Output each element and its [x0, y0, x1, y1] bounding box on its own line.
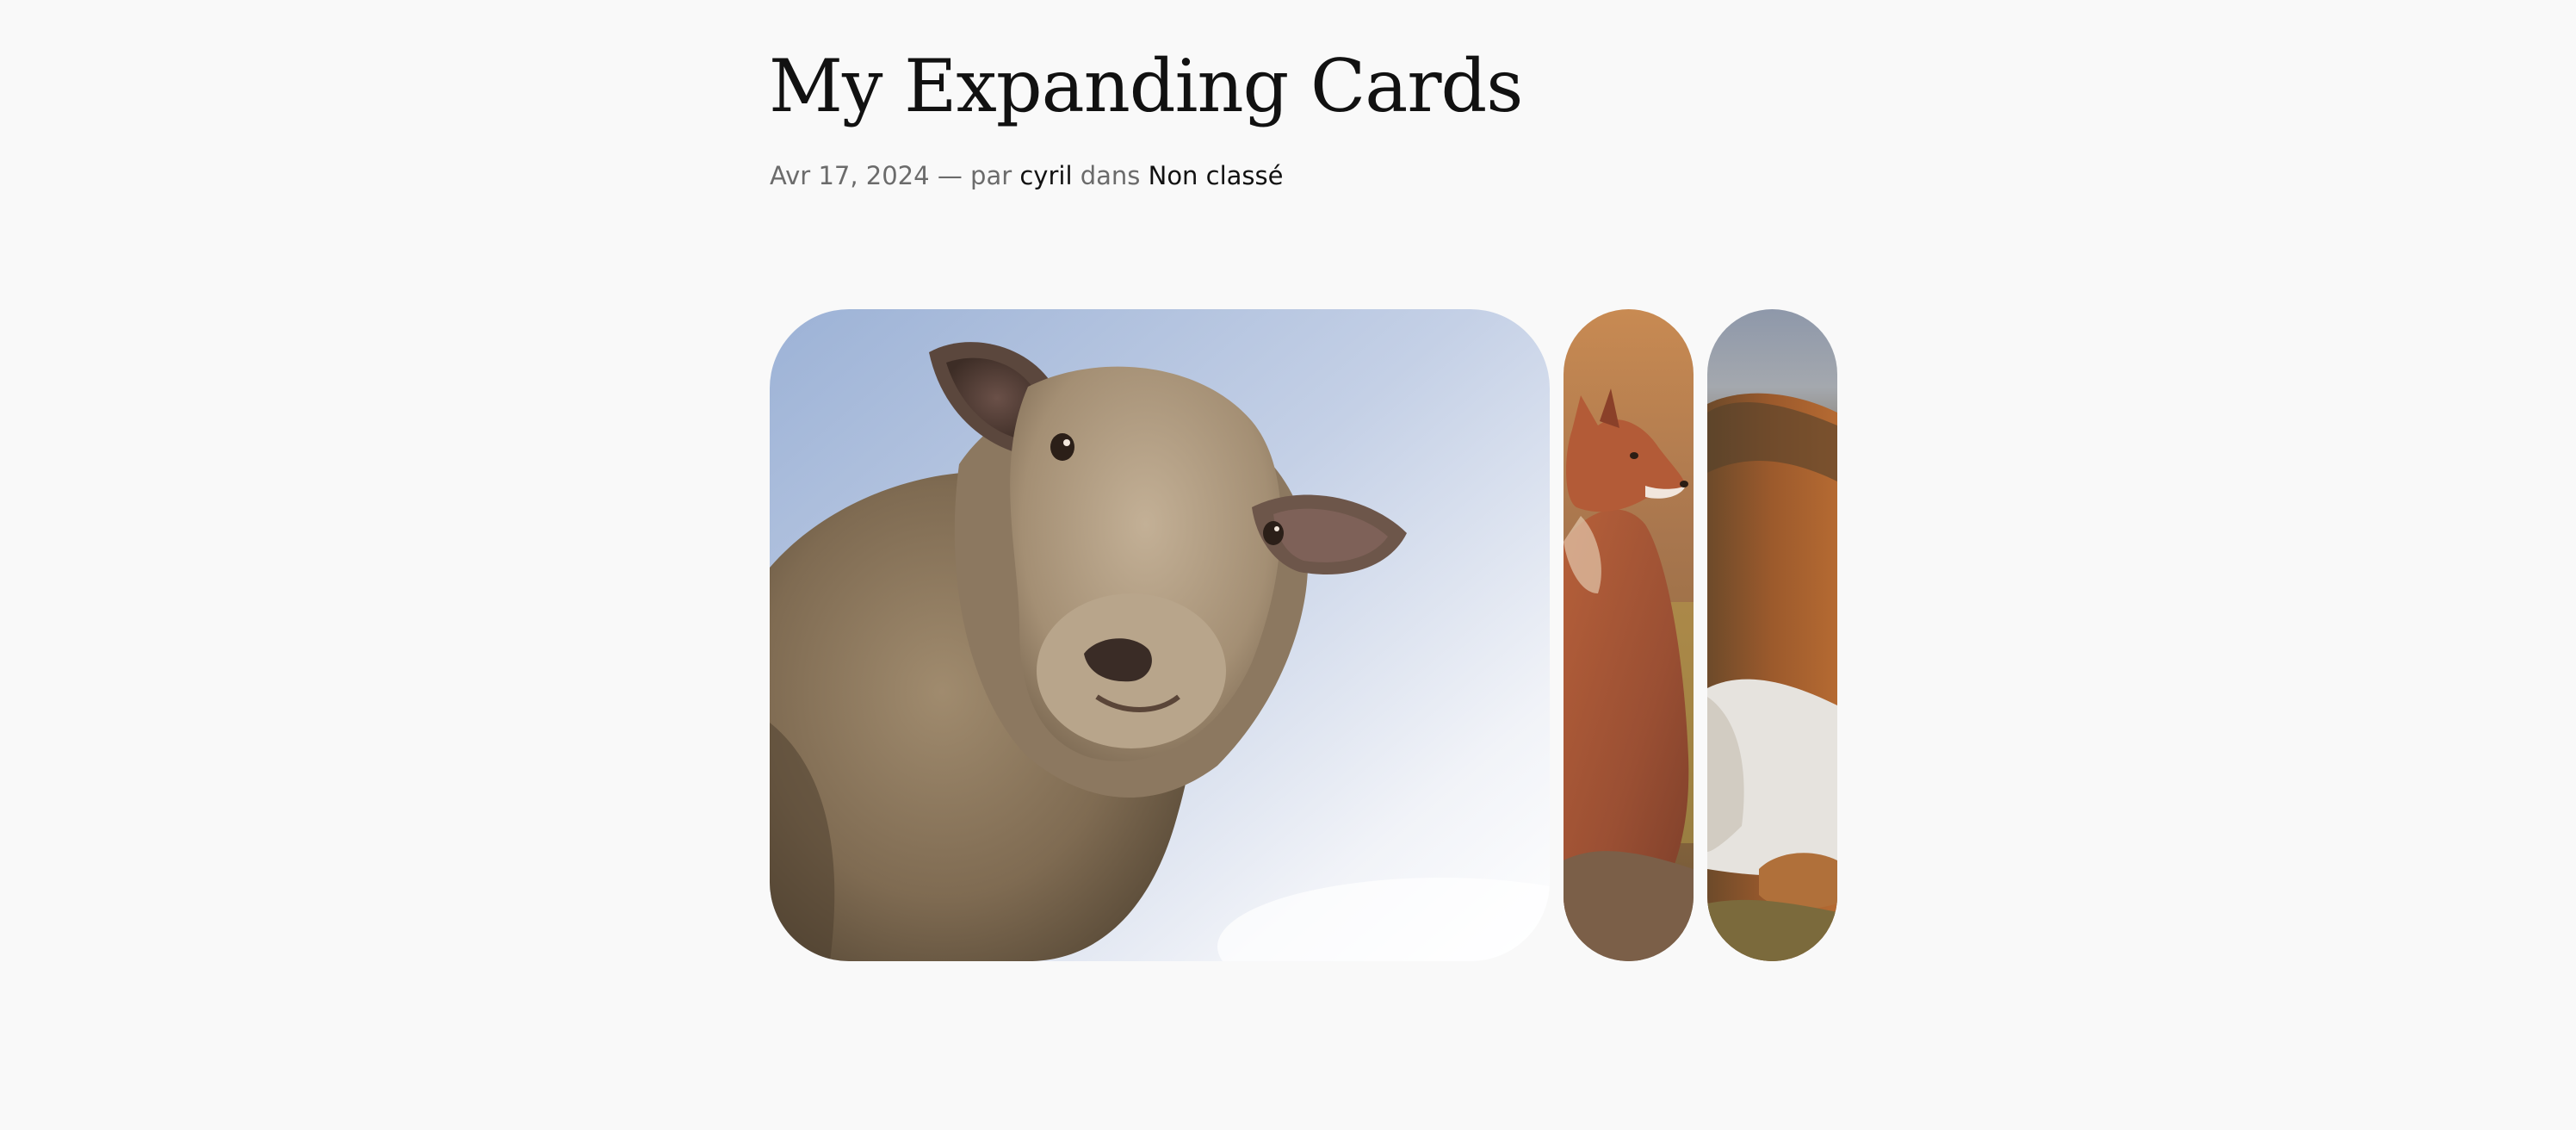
fox-image: [1564, 309, 1694, 961]
post-date: Avr 17, 2024: [770, 161, 930, 190]
expanding-cards: [770, 309, 1837, 961]
card-fox[interactable]: [1564, 309, 1694, 961]
by-label: par: [970, 161, 1012, 190]
sheep-image: [770, 309, 1550, 961]
category-link[interactable]: Non classé: [1149, 161, 1284, 190]
card-sheep[interactable]: [770, 309, 1550, 961]
post-title: My Expanding Cards: [769, 44, 1523, 128]
in-label: dans: [1080, 161, 1141, 190]
card-squirrel[interactable]: [1707, 309, 1837, 961]
meta-separator: —: [937, 161, 963, 190]
squirrel-image: [1707, 309, 1837, 961]
author-link[interactable]: cyril: [1019, 161, 1072, 190]
post-meta: Avr 17, 2024 — par cyril dans Non classé: [770, 158, 1284, 193]
